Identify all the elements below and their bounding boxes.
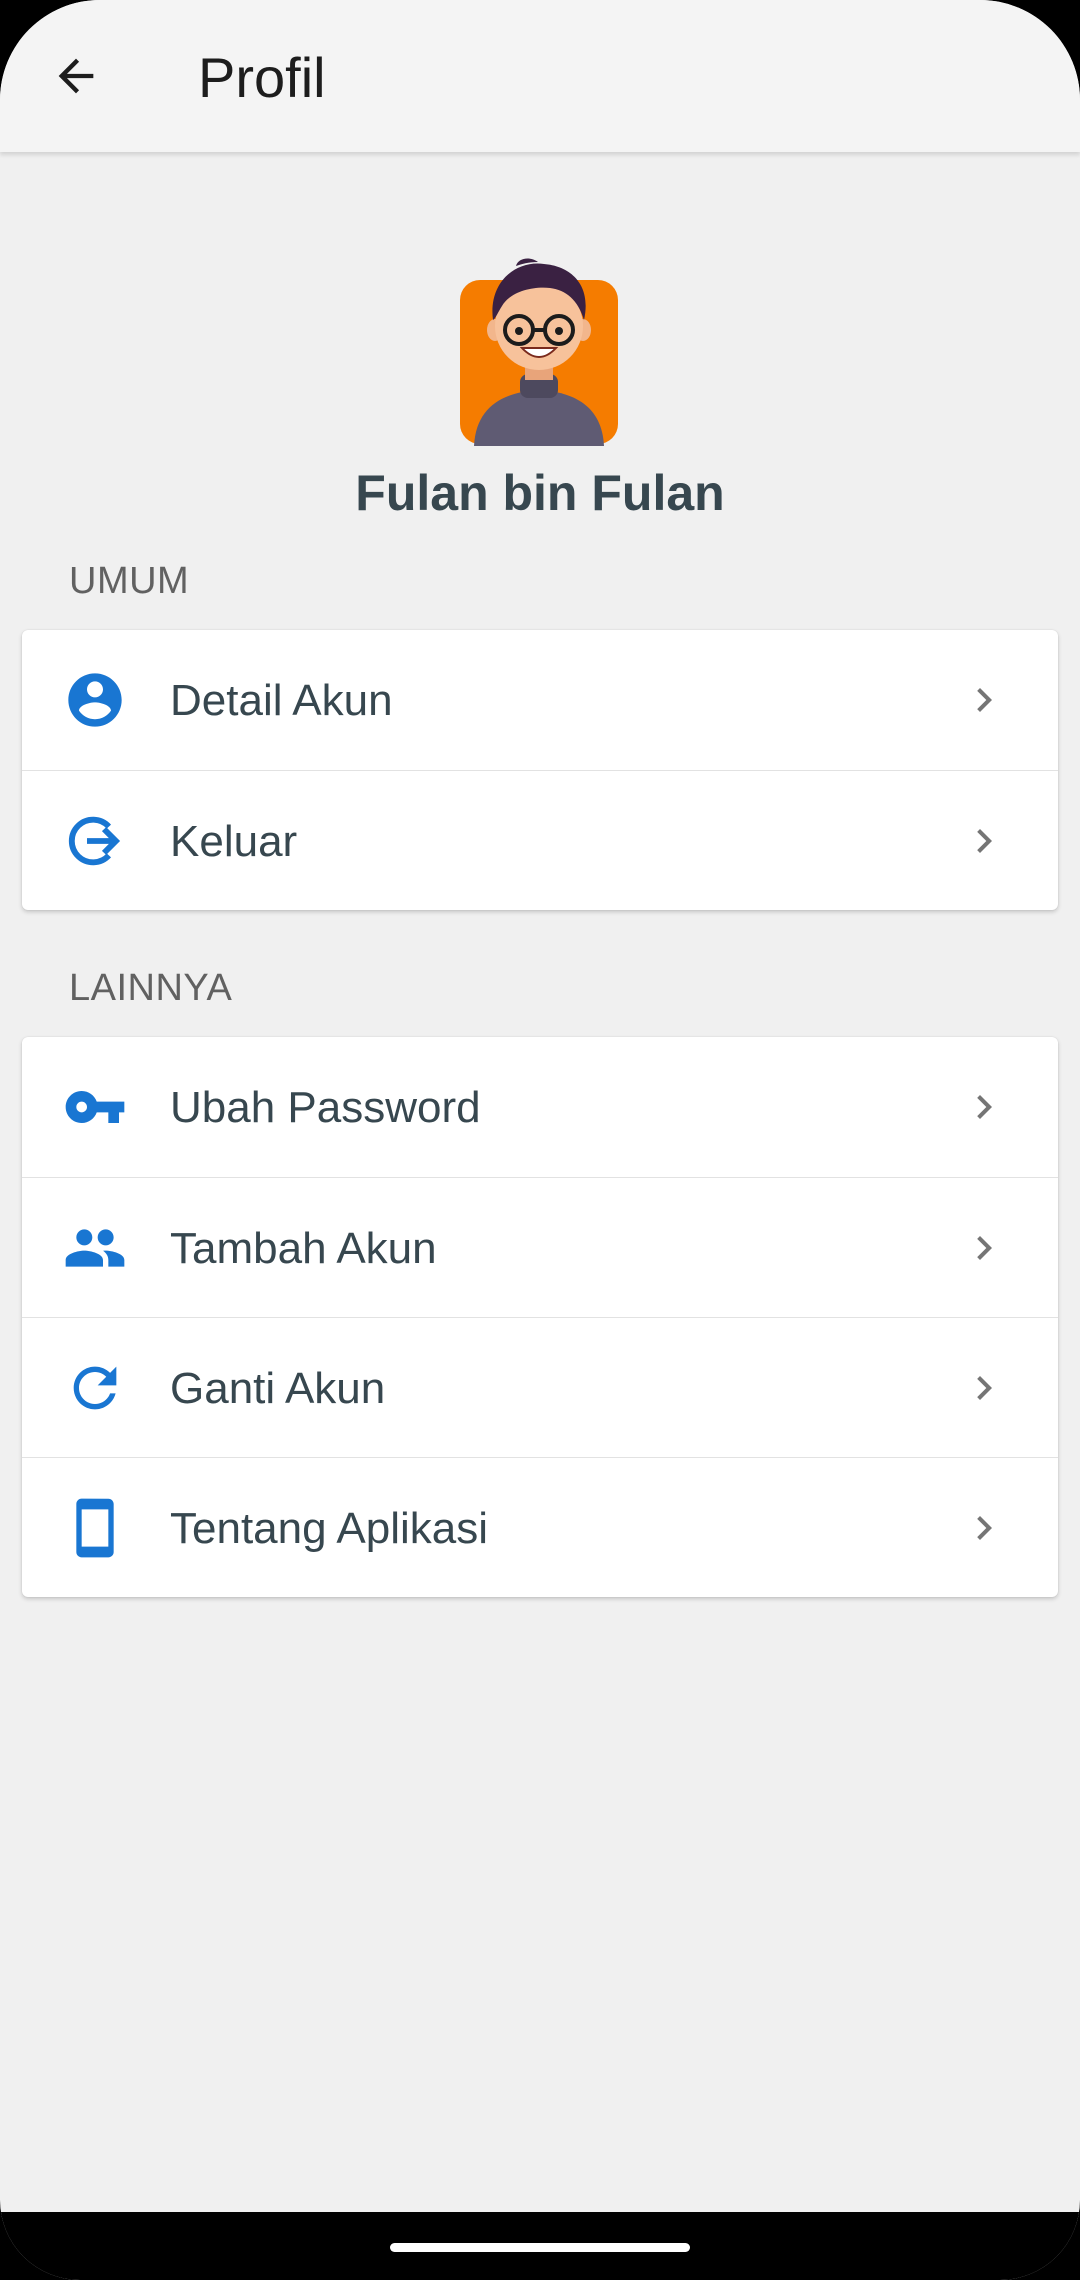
section-header-umum: UMUM [69, 560, 190, 602]
profile-screen: Profil Fulan bin Fulan UMUM Detail Akun … [0, 0, 1080, 2280]
smartphone-icon [76, 1498, 114, 1558]
card-umum: Detail Akun Keluar [22, 630, 1058, 910]
avatar [458, 256, 620, 446]
chevron-right-icon [977, 1516, 992, 1540]
menu-item-label: Keluar [170, 817, 298, 866]
chevron-right-icon [977, 1376, 992, 1400]
menu-item-tambah-akun[interactable]: Tambah Akun [22, 1177, 1058, 1317]
back-button[interactable] [36, 36, 116, 116]
profile-name: Fulan bin Fulan [355, 465, 725, 521]
page-title: Profil [198, 46, 326, 109]
logout-icon [68, 816, 121, 866]
menu-item-ubah-password[interactable]: Ubah Password [22, 1037, 1058, 1177]
menu-item-keluar[interactable]: Keluar [22, 770, 1058, 910]
menu-item-ganti-akun[interactable]: Ganti Akun [22, 1317, 1058, 1457]
menu-item-label: Tambah Akun [170, 1224, 437, 1273]
section-header-lainnya: LAINNYA [69, 967, 233, 1009]
people-icon [65, 1229, 125, 1267]
account-circle-icon [68, 673, 122, 727]
home-indicator[interactable] [390, 2243, 690, 2252]
card-lainnya: Ubah Password Tambah Akun Ganti Akun Ten… [22, 1037, 1058, 1597]
chevron-right-icon [977, 1236, 992, 1260]
menu-item-label: Tentang Aplikasi [170, 1504, 488, 1553]
menu-item-detail-akun[interactable]: Detail Akun [22, 630, 1058, 770]
menu-item-label: Detail Akun [170, 676, 393, 725]
chevron-right-icon [977, 688, 992, 712]
menu-item-label: Ubah Password [170, 1083, 481, 1132]
chevron-right-icon [977, 1095, 992, 1119]
menu-item-tentang-aplikasi[interactable]: Tentang Aplikasi [22, 1457, 1058, 1597]
refresh-icon [73, 1366, 117, 1410]
menu-item-label: Ganti Akun [170, 1364, 386, 1413]
chevron-right-icon [977, 829, 992, 853]
key-icon [65, 1091, 125, 1123]
arrow-back-icon [58, 58, 94, 94]
app-bar: Profil [0, 0, 1080, 152]
